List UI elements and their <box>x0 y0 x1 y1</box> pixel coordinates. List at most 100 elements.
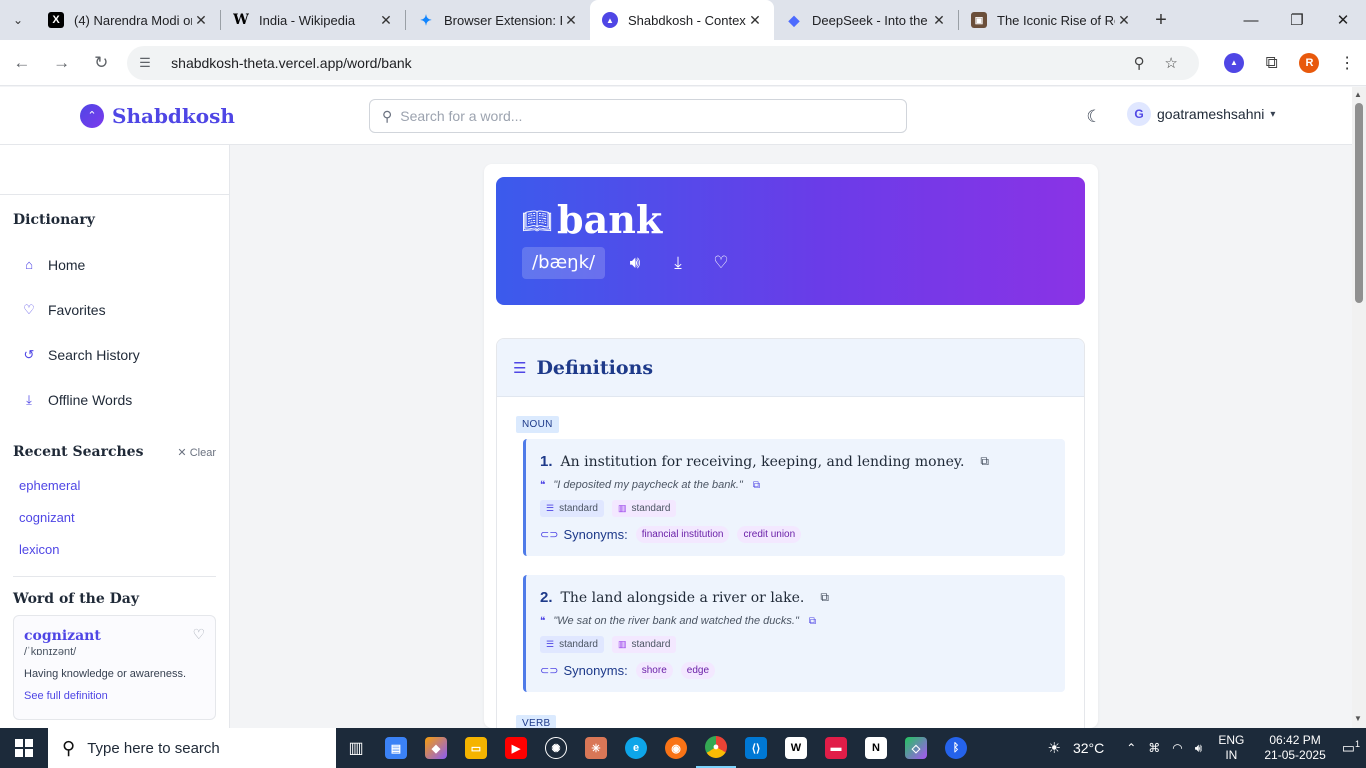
start-button[interactable] <box>0 728 48 768</box>
tab-x[interactable]: X (4) Narendra Modi on X ✕ <box>36 0 220 40</box>
app-header: ⌃ Shabdkosh ⚲ ☾ G goatrameshsahni ▾ <box>0 87 1352 145</box>
clock[interactable]: 06:42 PM 21-05-2025 <box>1254 733 1335 763</box>
copy-icon[interactable]: ⧉ <box>809 616 816 627</box>
app-icon[interactable]: ◇ <box>896 728 936 768</box>
tab-wikipedia[interactable]: W India - Wikipedia ✕ <box>221 0 405 40</box>
tab-deepseek[interactable]: ◆ DeepSeek - Into the U ✕ <box>774 0 958 40</box>
recent-search-item[interactable]: lexicon <box>0 534 229 566</box>
firefox-icon[interactable]: ◉ <box>656 728 696 768</box>
tag-label: standard <box>631 639 671 650</box>
recent-search-item[interactable]: ephemeral <box>0 470 229 502</box>
favorite-heart-icon[interactable]: ♡ <box>192 626 205 643</box>
clear-recent-button[interactable]: ✕ Clear <box>177 446 216 459</box>
tab-iconic-rise[interactable]: ▣ The Iconic Rise of Roy ✕ <box>959 0 1143 40</box>
heart-icon[interactable]: ♡ <box>710 253 732 273</box>
restore-icon[interactable]: ❐ <box>1274 0 1320 40</box>
forward-icon[interactable]: → <box>44 45 80 81</box>
chevron-up-icon[interactable]: ⌃ <box>1120 741 1142 755</box>
synonym-chip[interactable]: shore <box>635 662 673 679</box>
youtube-icon[interactable]: ▶ <box>496 728 536 768</box>
close-tab-icon[interactable]: ✕ <box>746 12 764 29</box>
chrome-icon[interactable]: ● <box>696 728 736 768</box>
close-tab-icon[interactable]: ✕ <box>192 12 210 29</box>
shabdkosh-icon: ▲ <box>602 12 618 28</box>
claude-icon[interactable]: ✳ <box>576 728 616 768</box>
wifi-icon[interactable]: ◠ <box>1166 741 1188 755</box>
volume-icon[interactable]: 🔊︎ <box>1189 741 1209 756</box>
search-input[interactable] <box>400 108 906 124</box>
new-tab-button[interactable]: + <box>1143 0 1179 40</box>
speaker-icon[interactable]: 🔊︎ <box>624 253 646 273</box>
omnibox[interactable]: ☰ shabdkosh-theta.vercel.app/word/bank ⚲… <box>127 45 1200 80</box>
back-icon[interactable]: ← <box>4 45 40 81</box>
scroll-up-icon[interactable]: ▲ <box>1354 90 1362 99</box>
tab-shabdkosh[interactable]: ▲ Shabdkosh - Context ✕ <box>590 0 774 40</box>
sidebar-divider <box>13 576 216 577</box>
edge-icon[interactable]: e <box>616 728 656 768</box>
app-icon[interactable]: ▤ <box>376 728 416 768</box>
see-full-definition-link[interactable]: See full definition <box>24 690 205 702</box>
app-icon[interactable]: ◆ <box>416 728 456 768</box>
windows-taskbar: ⚲ Type here to search ▥ ▤ ◆ ▭ ▶ ✺ ✳ e ◉ … <box>0 728 1366 768</box>
sidebar-item-search-history[interactable]: ↺ Search History <box>0 332 229 377</box>
file-explorer-icon[interactable]: ▭ <box>456 728 496 768</box>
weather-temp[interactable]: 32°C <box>1067 740 1110 756</box>
app-icon[interactable]: W <box>776 728 816 768</box>
weather-icon[interactable]: ☀ <box>1042 739 1067 757</box>
close-tab-icon[interactable]: ✕ <box>377 12 395 29</box>
reload-icon[interactable]: ↻ <box>83 45 119 81</box>
app-icon[interactable]: ▬ <box>816 728 856 768</box>
bookmark-star-icon[interactable]: ☆ <box>1155 54 1187 72</box>
task-view-icon[interactable]: ▥ <box>336 728 376 768</box>
zoom-icon[interactable]: ⚲ <box>1123 54 1155 72</box>
language-indicator[interactable]: ENG IN <box>1208 733 1254 763</box>
download-icon[interactable]: ⤓ <box>667 253 689 273</box>
user-menu[interactable]: G goatrameshsahni ▾ <box>1127 102 1275 126</box>
recent-search-item[interactable]: cognizant <box>0 502 229 534</box>
close-tab-icon[interactable]: ✕ <box>1115 12 1133 29</box>
vscode-icon[interactable]: ⟨⟩ <box>736 728 776 768</box>
definitions-title: Definitions <box>536 356 654 379</box>
extension-shabdkosh-icon[interactable]: ▲ <box>1215 45 1253 81</box>
dark-mode-moon-icon[interactable]: ☾ <box>1080 103 1108 131</box>
profile-avatar[interactable]: R <box>1291 45 1329 81</box>
brand[interactable]: ⌃ Shabdkosh <box>80 103 235 128</box>
synonym-chip[interactable]: credit union <box>737 526 802 543</box>
network-icon[interactable]: ⌘ <box>1142 741 1166 755</box>
sidebar-item-label: Search History <box>48 346 140 363</box>
chatgpt-icon[interactable]: ✺ <box>536 728 576 768</box>
close-tab-icon[interactable]: ✕ <box>930 12 948 29</box>
close-tab-icon[interactable]: ✕ <box>562 12 580 29</box>
tab-browser-extension[interactable]: ✦ Browser Extension: Fe ✕ <box>406 0 590 40</box>
url-text[interactable]: shabdkosh-theta.vercel.app/word/bank <box>171 55 1123 71</box>
scroll-down-icon[interactable]: ▼ <box>1354 714 1362 723</box>
history-icon: ↺ <box>23 346 35 362</box>
close-icon: ✕ <box>177 446 190 459</box>
synonym-chip[interactable]: financial institution <box>635 526 730 543</box>
tab-title: (4) Narendra Modi on X <box>74 12 192 28</box>
page-scrollbar[interactable]: ▲ ▼ <box>1352 87 1366 728</box>
sense-tags: ☰ standard ▥ standard <box>540 636 1051 653</box>
bluetooth-icon[interactable]: ᛒ <box>936 728 976 768</box>
copy-icon[interactable]: ⧉ <box>980 454 989 469</box>
wotd-word[interactable]: cognizant <box>24 628 205 644</box>
tab-search-menu-icon[interactable]: ⌄ <box>0 0 36 40</box>
browser-menu-icon[interactable]: ⋮ <box>1328 45 1366 81</box>
recent-searches-list: ephemeral cognizant lexicon <box>0 470 229 566</box>
close-window-icon[interactable]: ✕ <box>1320 0 1366 40</box>
sidebar-item-home[interactable]: ⌂ Home <box>0 242 229 287</box>
sidebar-item-favorites[interactable]: ♡ Favorites <box>0 287 229 332</box>
minimize-icon[interactable]: — <box>1228 0 1274 40</box>
taskbar-search[interactable]: ⚲ Type here to search <box>48 728 336 768</box>
notion-icon[interactable]: N <box>856 728 896 768</box>
site-info-icon[interactable]: ☰ <box>139 55 159 71</box>
copy-icon[interactable]: ⧉ <box>820 590 829 605</box>
synonym-chip[interactable]: edge <box>680 662 716 679</box>
sidebar-item-offline-words[interactable]: ⤓ Offline Words <box>0 377 229 422</box>
notification-icon[interactable]: ▭1 <box>1336 739 1366 757</box>
copy-icon[interactable]: ⧉ <box>753 480 760 491</box>
register-tag: ☰ standard <box>540 500 604 517</box>
scroll-thumb[interactable] <box>1355 103 1363 303</box>
sidebar-item-label: Home <box>48 256 86 273</box>
extensions-puzzle-icon[interactable]: ⧉ <box>1253 45 1291 81</box>
